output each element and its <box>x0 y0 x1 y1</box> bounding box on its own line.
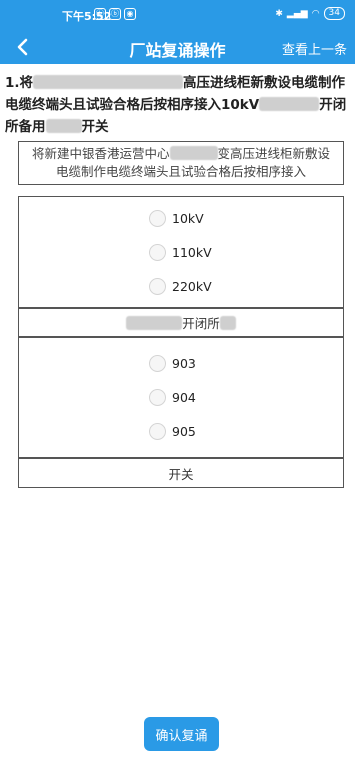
option-110kv[interactable]: 110kV <box>149 240 343 264</box>
option-label: 905 <box>172 424 196 439</box>
option-10kv[interactable]: 10kV <box>149 206 343 230</box>
redacted-mask <box>126 315 183 330</box>
option-label: 220kV <box>172 278 212 294</box>
signal-icon: ▂▄▆ <box>286 8 308 19</box>
radio-button[interactable] <box>149 277 166 295</box>
sentence-panel: 将新建中银香港运营中心 变高压进线柜新敷设电缆制作电缆终端头且试验合格后按相序接入 <box>18 141 344 185</box>
question-suffix: 开关 <box>81 119 109 135</box>
radio-button[interactable] <box>149 243 166 261</box>
number-options-panel: 903 904 905 <box>18 337 344 458</box>
option-label: 110kV <box>172 244 212 260</box>
status-bar: 下午5:52 ⓑ ⓑ ◉ ✱ ▂▄▆ ◠ 34 <box>0 0 355 30</box>
question-prefix: 1.将 <box>5 75 34 91</box>
question-text: 1.将 高压进线柜新敷设电缆制作电缆终端头且试验合格后按相序接入10kV 开闭所备用… <box>5 72 350 138</box>
redacted-mask <box>169 146 218 160</box>
fill-panel: 开闭所 <box>18 308 344 337</box>
radio-button[interactable] <box>149 389 166 406</box>
voltage-options-panel: 10kV 110kV 220kV <box>18 196 344 308</box>
radio-button[interactable] <box>149 423 166 440</box>
redacted-mask <box>219 315 236 330</box>
switch-text: 开关 <box>168 466 194 482</box>
option-label: 904 <box>172 390 196 405</box>
option-220kv[interactable]: 220kV <box>149 274 343 298</box>
app-notification-icon: ⓑ <box>94 8 106 20</box>
option-label: 903 <box>172 356 196 371</box>
option-label: 10kV <box>172 210 204 226</box>
redacted-mask <box>33 75 184 89</box>
switch-panel: 开关 <box>18 458 344 488</box>
status-app-icons: ⓑ ⓑ ◉ <box>94 8 136 20</box>
radio-button[interactable] <box>149 355 166 372</box>
redacted-mask <box>45 119 82 133</box>
redacted-mask <box>259 97 320 111</box>
option-904[interactable]: 904 <box>149 386 343 410</box>
app-notification-icon: ⓑ <box>109 8 121 20</box>
sentence-part1: 将新建中银香港运营中心 <box>31 146 170 161</box>
wifi-icon: ◠ <box>311 8 320 19</box>
bluetooth-icon: ✱ <box>275 8 283 19</box>
app-notification-icon: ◉ <box>124 8 136 20</box>
option-905[interactable]: 905 <box>149 420 343 444</box>
sentence-text: 将新建中银香港运营中心 变高压进线柜新敷设电缆制作电缆终端头且试验合格后按相序接入 <box>29 145 333 181</box>
confirm-repeat-button[interactable]: 确认复诵 <box>144 717 219 751</box>
option-903[interactable]: 903 <box>149 352 343 376</box>
nav-bar: 厂站复诵操作 查看上一条 <box>0 30 355 64</box>
fill-text: 开闭所 <box>182 316 220 331</box>
radio-button[interactable] <box>149 209 166 227</box>
status-indicators: ✱ ▂▄▆ ◠ 34 <box>275 7 345 20</box>
battery-icon: 34 <box>323 7 345 20</box>
view-previous-link[interactable]: 查看上一条 <box>282 39 347 58</box>
back-arrow-icon[interactable] <box>10 33 34 61</box>
